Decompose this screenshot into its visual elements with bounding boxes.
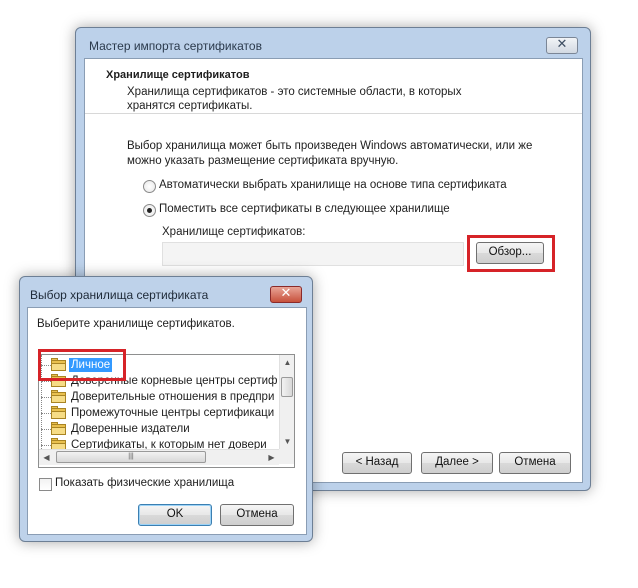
dialog-prompt: Выберите хранилище сертификатов. [37,318,235,330]
dialog-title: Выбор хранилища сертификата [30,288,209,302]
browse-highlight-box [467,235,555,272]
auto-select-label[interactable]: Автоматически выбрать хранилище на основ… [159,179,507,191]
store-item-untrusted[interactable]: Сертификаты, к которым нет довери [39,437,279,449]
vertical-scroll-thumb[interactable] [281,377,293,397]
store-item-intermediate[interactable]: Промежуточные центры сертификаци [39,405,279,421]
store-field[interactable] [162,242,464,266]
page-description: Хранилища сертификатов - это системные о… [127,86,462,112]
vertical-scrollbar[interactable]: ▲ ▼ [279,355,294,449]
tree-connector [41,397,51,398]
scroll-right-icon[interactable]: ▶ [264,450,279,465]
manual-store-label[interactable]: Поместить все сертификаты в следующее хр… [159,203,450,215]
wizard-header: Хранилище сертификатов Хранилища сертифи… [85,59,582,114]
wizard-title: Мастер импорта сертификатов [89,39,262,53]
page-title: Хранилище сертификатов [106,69,250,81]
horizontal-scroll-thumb[interactable]: ||| [56,451,206,463]
close-icon: ✕ [556,36,568,51]
store-item-label: Доверенные издатели [71,423,190,435]
folder-icon [51,438,66,449]
store-item-label: Доверительные отношения в предпри [71,391,275,403]
show-physical-stores-label[interactable]: Показать физические хранилища [55,477,234,489]
personal-store-highlight-box [38,349,126,381]
close-icon: ✕ [280,285,292,300]
folder-icon [51,406,66,419]
select-store-dialog: Выбор хранилища сертификата ✕ Выберите х… [19,276,313,542]
manual-store-radio[interactable] [143,204,156,217]
dialog-content: Выберите хранилище сертификатов. Личное … [27,307,307,535]
scroll-corner [279,449,294,464]
wizard-cancel-button[interactable]: Отмена [499,452,571,474]
folder-icon [51,390,66,403]
next-button[interactable]: Далее > [421,452,493,474]
scroll-up-icon[interactable]: ▲ [280,355,294,370]
store-item-trusted-publishers[interactable]: Доверенные издатели [39,421,279,437]
show-physical-stores-checkbox[interactable] [39,478,52,491]
store-item-label: Промежуточные центры сертификаци [71,407,275,419]
ok-button[interactable]: OK [138,504,212,526]
store-item-label: Сертификаты, к которым нет довери [71,439,267,449]
wizard-close-button[interactable]: ✕ [546,36,578,54]
tree-connector [41,445,51,446]
auto-select-radio[interactable] [143,180,156,193]
folder-icon [51,422,66,435]
dialog-close-button[interactable]: ✕ [270,285,302,303]
dialog-cancel-button[interactable]: Отмена [220,504,294,526]
scroll-down-icon[interactable]: ▼ [280,434,294,449]
store-field-label: Хранилище сертификатов: [162,226,306,238]
tree-connector [41,413,51,414]
tree-connector [41,429,51,430]
back-button[interactable]: < Назад [342,452,412,474]
intro-text: Выбор хранилища может быть произведен Wi… [127,140,533,167]
tree-connector [41,381,51,382]
store-item-enterprise-trust[interactable]: Доверительные отношения в предпри [39,389,279,405]
horizontal-scrollbar[interactable]: ◀ ||| ▶ [39,449,279,465]
scroll-left-icon[interactable]: ◀ [39,450,54,465]
